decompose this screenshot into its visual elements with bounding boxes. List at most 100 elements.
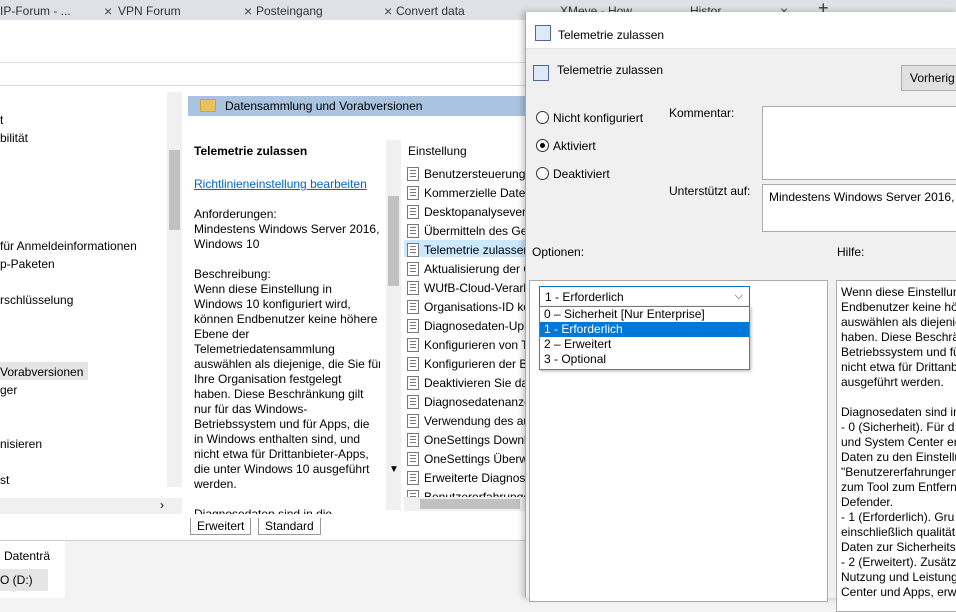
edit-policy-link[interactable]: Richtlinieneinstellung bearbeiten: [194, 177, 367, 192]
tree-scrollbar-thumb[interactable]: [169, 150, 180, 230]
radio-disabled-label[interactable]: Deaktiviert: [553, 167, 610, 181]
setting-label: Organisations-ID ko: [424, 300, 530, 314]
close-icon[interactable]: ×: [384, 0, 392, 22]
setting-row[interactable]: Organisations-ID ko: [404, 299, 530, 316]
policy-setting-icon: [407, 243, 419, 257]
column-header-setting[interactable]: Einstellung: [408, 144, 467, 159]
description-line: Telemetriedatensammlung: [194, 342, 335, 356]
tree-item[interactable]: ger: [0, 382, 17, 398]
chevron-down-icon[interactable]: ⌵: [735, 290, 743, 303]
policy-setting-icon: [407, 357, 419, 371]
tab-title: IP-Forum - ...: [0, 4, 71, 18]
help-line: Defender.: [841, 495, 894, 509]
close-icon[interactable]: ×: [104, 0, 112, 22]
dropdown-selected-value: 1 - Erforderlich: [545, 290, 624, 304]
browser-tab[interactable]: VPN Forum: [118, 0, 238, 20]
setting-row[interactable]: Aktualisierung der C: [404, 261, 530, 278]
explorer-item[interactable]: O (D:): [0, 573, 33, 587]
tree-item[interactable]: für Anmeldeinformationen: [0, 238, 137, 254]
supported-on-field: Mindestens Windows Server 2016, W: [762, 184, 956, 232]
menu-bar: [0, 62, 530, 86]
setting-row[interactable]: Desktopanalyseverarb: [404, 204, 530, 221]
setting-row[interactable]: Erweiterte Diagnose: [404, 470, 530, 487]
tree-item[interactable]: rschlüsselung: [0, 292, 73, 308]
dropdown-list: 0 – Sicherheit [Nur Enterprise] 1 - Erfor…: [539, 306, 750, 370]
policy-setting-icon: [407, 319, 419, 333]
description-line: die unter Windows 10 ausgeführt: [194, 462, 370, 476]
setting-label: WUfB-Cloud-Verarb: [424, 281, 530, 295]
setting-row[interactable]: Kommerzielle Daten: [404, 185, 530, 202]
browser-tab[interactable]: IP-Forum - ...: [0, 0, 90, 20]
scroll-down-icon[interactable]: ▼: [389, 464, 399, 475]
description-line: Ihre Organisation festgelegt: [194, 372, 342, 386]
tree-item-selected[interactable]: Vorabversionen: [0, 364, 83, 380]
setting-row[interactable]: Übermitteln des Ge: [404, 223, 530, 240]
setting-row[interactable]: Telemetrie zulassen: [404, 242, 530, 259]
help-line: Endbenutzer keine hö: [841, 300, 956, 314]
dropdown-option[interactable]: 1 - Erforderlich: [540, 322, 749, 337]
browser-tab[interactable]: Posteingang: [256, 0, 376, 20]
dialog-title: Telemetrie zulassen: [558, 28, 665, 42]
dropdown-option[interactable]: 3 - Optional: [540, 352, 749, 367]
settings-scrollbar-thumb[interactable]: [420, 499, 520, 509]
dropdown-option[interactable]: 2 – Erweitert: [540, 337, 749, 352]
help-panel: Wenn diese Einstellun Endbenutzer keine h…: [836, 280, 956, 612]
description-line: Anforderungen:: [194, 207, 277, 221]
telemetry-level-dropdown[interactable]: 1 - Erforderlich ⌵: [539, 286, 750, 308]
radio-not-configured-label[interactable]: Nicht konfiguriert: [553, 111, 643, 125]
tree-horizontal-scrollbar[interactable]: ›: [0, 498, 182, 514]
description-scrollbar-thumb[interactable]: [388, 196, 399, 286]
policy-tree: t bilität für Anmeldeinformationen p-Pak…: [0, 92, 182, 502]
dialog-titlebar: Telemetrie zulassen: [526, 12, 956, 49]
tree-item[interactable]: st: [0, 472, 9, 488]
comment-textbox[interactable]: [762, 106, 956, 180]
supported-on-value: Mindestens Windows Server 2016, W: [769, 190, 956, 204]
description-line: Mindestens Windows Server 2016,: [194, 222, 380, 236]
policy-setting-icon: [407, 433, 419, 447]
setting-row[interactable]: OneSettings Überw: [404, 451, 530, 468]
policy-setting-icon: [407, 452, 419, 466]
tree-item[interactable]: p-Paketen: [0, 256, 55, 272]
help-line: Wenn diese Einstellun: [841, 285, 956, 299]
setting-row[interactable]: Diagnosedaten-Upl: [404, 318, 530, 335]
browser-tab[interactable]: Convert data: [396, 0, 516, 20]
radio-enabled[interactable]: [536, 139, 549, 152]
setting-label: Kommerzielle Daten: [424, 186, 530, 200]
description-line: auswählen als diejenige, die Sie für: [194, 357, 380, 371]
setting-row[interactable]: Verwendung des au: [404, 413, 530, 430]
setting-label: Erweiterte Diagnose: [424, 471, 530, 485]
setting-label: Konfigurieren von T: [424, 338, 529, 352]
previous-setting-button[interactable]: Vorherig: [901, 65, 956, 91]
tree-item[interactable]: bilität: [0, 130, 28, 146]
setting-label: OneSettings Überw: [424, 452, 529, 466]
help-line: Diagnosedaten sind in: [841, 405, 956, 419]
help-line: auswählen als diejenig: [841, 315, 956, 329]
tab-standard[interactable]: Standard: [258, 518, 321, 535]
radio-enabled-label[interactable]: Aktiviert: [553, 139, 596, 153]
setting-row[interactable]: WUfB-Cloud-Verarb: [404, 280, 530, 297]
explorer-item[interactable]: Datenträ: [4, 549, 50, 563]
policy-setting-icon: [407, 167, 419, 181]
group-policy-editor-window: t bilität für Anmeldeinformationen p-Pak…: [0, 20, 530, 541]
policy-icon: [535, 25, 551, 41]
setting-label: Übermitteln des Ge: [424, 224, 528, 238]
radio-not-configured[interactable]: [536, 111, 549, 124]
description-line: nur für das Windows-: [194, 402, 308, 416]
tab-extended[interactable]: Erweitert: [190, 518, 252, 535]
setting-row[interactable]: Diagnosedatenanze: [404, 394, 530, 411]
tree-item[interactable]: nisieren: [0, 436, 42, 452]
scroll-right-icon[interactable]: ›: [160, 498, 164, 512]
setting-row[interactable]: OneSettings Downl: [404, 432, 530, 449]
setting-row[interactable]: Konfigurieren von T: [404, 337, 530, 354]
dropdown-option[interactable]: 0 – Sicherheit [Nur Enterprise]: [540, 307, 749, 322]
setting-row[interactable]: Benutzersteuerung: [404, 166, 530, 183]
close-icon[interactable]: ×: [244, 0, 252, 22]
tree-item[interactable]: t: [0, 112, 3, 128]
help-line: nicht etwa für Drittanb: [841, 360, 956, 374]
setting-row[interactable]: Konfigurieren der B: [404, 356, 530, 373]
setting-row[interactable]: Deaktivieren Sie das: [404, 375, 530, 392]
setting-label: Diagnosedaten-Upl: [424, 319, 527, 333]
radio-disabled[interactable]: [536, 167, 549, 180]
tab-title: Convert data: [396, 4, 465, 18]
description-line: Windows 10: [194, 237, 260, 251]
